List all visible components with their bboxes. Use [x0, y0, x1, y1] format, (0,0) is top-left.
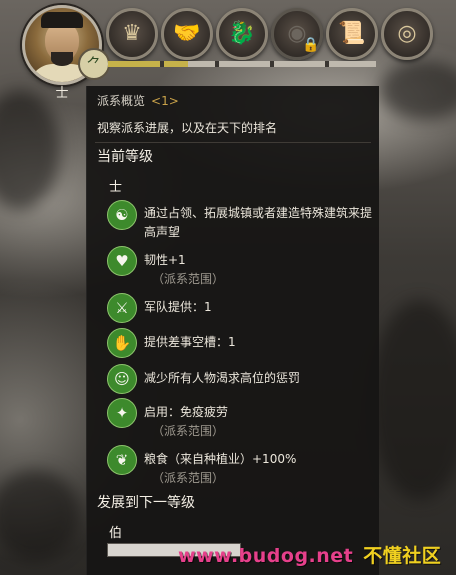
watermark-site-name: 不懂社区: [363, 545, 442, 567]
lock-icon: 🔒: [302, 37, 320, 53]
effect-text: 通过占领、拓展城镇或者建造特殊建筑来提高声望: [144, 206, 373, 239]
dragon-seal-icon: ☯: [107, 200, 137, 230]
effect-text: 启用：免疫疲劳: [144, 405, 229, 419]
current-level-name: 士: [109, 180, 123, 195]
effect-scope: （派系范围）: [152, 471, 225, 485]
rank-progress-bar: [108, 61, 376, 67]
tooltip-title: 派系概览 <1>: [97, 92, 179, 109]
effect-text: 军队提供：1: [144, 300, 212, 314]
next-level-name: 伯: [109, 526, 123, 541]
scroll-icon[interactable]: 📜: [326, 8, 378, 60]
faction-rank-label: 士: [55, 86, 69, 101]
effect-text: 韧性+1: [144, 253, 186, 267]
office-slot-icon: ✋: [107, 328, 137, 358]
handshake-icon[interactable]: 🤝: [161, 8, 213, 60]
effect-text: 减少所有人物渴求高位的惩罚: [144, 371, 301, 385]
divider: [95, 142, 371, 143]
watermark-url: www.budog.net: [178, 545, 354, 567]
army-supply-icon: ⚔: [107, 293, 137, 323]
grain-icon: ❦: [107, 445, 137, 475]
fatigue-immunity-icon: ✦: [107, 398, 137, 428]
top-bar: ⺈ 士 ♛ 🤝 🐉 ◉ 🔒 📜 ◎: [0, 0, 456, 101]
coins-icon[interactable]: ◎: [381, 8, 433, 60]
tooltip-title-text: 派系概览: [97, 94, 146, 108]
site-watermark: www.budog.net 不懂社区: [178, 541, 441, 568]
dragon-icon[interactable]: 🐉: [216, 8, 268, 60]
effect-scope: （派系范围）: [152, 424, 225, 438]
effect-scope: （派系范围）: [152, 272, 225, 286]
tooltip-subtitle: 视察派系进展，以及在天下的排名: [97, 121, 278, 135]
current-level-header: 当前等级: [97, 149, 153, 165]
effect-text: 提供差事空槽：1: [144, 335, 236, 349]
faction-rank-badge-icon[interactable]: ⺈: [78, 48, 110, 80]
faction-overview-tooltip: 派系概览 <1> 视察派系进展，以及在天下的排名 当前等级 士 ☯ 通过占领、拓展…: [86, 86, 379, 575]
advisors-icon[interactable]: ♛: [106, 8, 158, 60]
rank-progress-fill: [108, 61, 189, 67]
heart-plus-icon: ♥: [107, 246, 137, 276]
official-head-icon: ☺: [107, 364, 137, 394]
next-level-header: 发展到下一等级: [97, 495, 195, 511]
tooltip-title-count: <1>: [151, 94, 179, 108]
effect-text: 粮食（来自种植业）+100%: [144, 452, 297, 466]
